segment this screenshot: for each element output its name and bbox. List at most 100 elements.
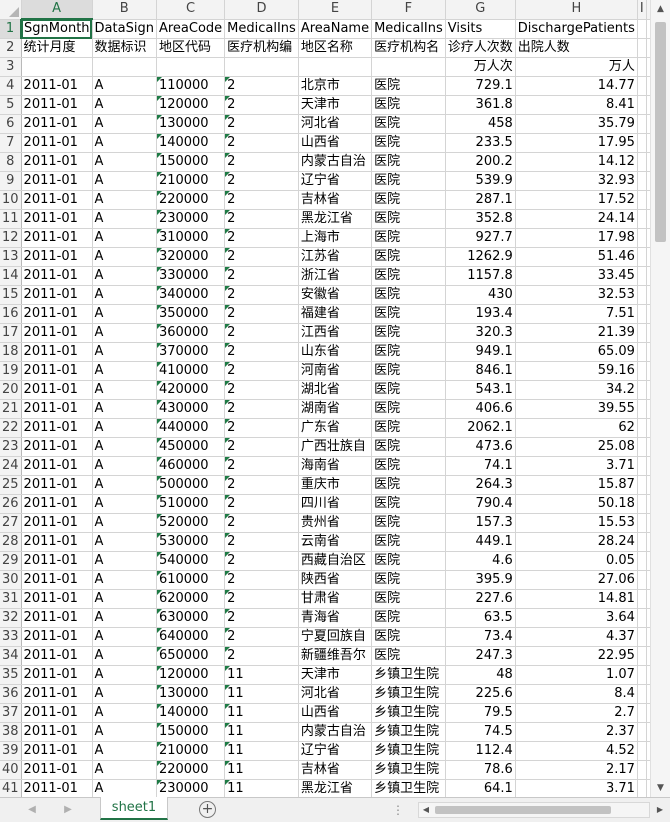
cell[interactable]: 2 — [224, 152, 299, 172]
cell[interactable]: 62 — [515, 418, 638, 438]
cell[interactable]: 医院 — [371, 133, 446, 153]
cell[interactable] — [637, 532, 647, 552]
cell[interactable]: 2 — [224, 76, 299, 96]
cell[interactable]: 14.77 — [515, 76, 638, 96]
add-sheet-icon[interactable]: + — [199, 801, 216, 818]
cell[interactable]: A — [92, 665, 157, 685]
cell[interactable]: 2011-01 — [21, 190, 93, 210]
cell[interactable]: 天津市 — [298, 95, 373, 115]
cell[interactable]: 2011-01 — [21, 228, 93, 248]
cell[interactable]: 医院 — [371, 456, 446, 476]
cell[interactable] — [637, 760, 647, 780]
cell[interactable]: 医院 — [371, 190, 446, 210]
cell[interactable]: 11 — [224, 741, 299, 761]
cell[interactable]: 8.4 — [515, 684, 638, 704]
cell[interactable] — [637, 551, 647, 571]
vertical-scroll-thumb[interactable] — [655, 22, 666, 242]
cell[interactable] — [637, 437, 647, 457]
cell[interactable]: A — [92, 437, 157, 457]
cell[interactable]: 74.5 — [445, 722, 516, 742]
cell[interactable]: 2 — [224, 133, 299, 153]
cell[interactable]: A — [92, 266, 157, 286]
row-header[interactable]: 14 — [0, 266, 22, 286]
cell[interactable]: 1.07 — [515, 665, 638, 685]
cell[interactable] — [637, 570, 647, 590]
cell[interactable]: 640000 — [156, 627, 226, 647]
cell[interactable] — [637, 665, 647, 685]
row-header[interactable]: 13 — [0, 247, 22, 267]
cell[interactable]: 安徽省 — [298, 285, 373, 305]
cell[interactable]: 2011-01 — [21, 570, 93, 590]
cell[interactable]: 540000 — [156, 551, 226, 571]
cell[interactable]: A — [92, 646, 157, 666]
cell[interactable]: 14.12 — [515, 152, 638, 172]
cell[interactable]: 医院 — [371, 551, 446, 571]
cell[interactable]: A — [92, 399, 157, 419]
row-header[interactable]: 33 — [0, 627, 22, 647]
cell[interactable]: 2011-01 — [21, 646, 93, 666]
cell[interactable]: 370000 — [156, 342, 226, 362]
cell[interactable]: 医院 — [371, 494, 446, 514]
column-header[interactable]: F — [371, 0, 446, 20]
cell[interactable]: 医院 — [371, 532, 446, 552]
column-header[interactable]: E — [298, 0, 373, 20]
row-header[interactable]: 35 — [0, 665, 22, 685]
cell[interactable]: 2011-01 — [21, 608, 93, 628]
cell[interactable]: 287.1 — [445, 190, 516, 210]
cell[interactable]: 22.95 — [515, 646, 638, 666]
cell[interactable] — [371, 57, 446, 77]
cell[interactable]: 2011-01 — [21, 475, 93, 495]
cell[interactable]: 2011-01 — [21, 760, 93, 780]
cell[interactable]: 西藏自治区 — [298, 551, 373, 571]
cell[interactable]: 150000 — [156, 722, 226, 742]
cell[interactable]: 949.1 — [445, 342, 516, 362]
row-header[interactable]: 36 — [0, 684, 22, 704]
cell[interactable] — [637, 285, 647, 305]
cell[interactable]: 医院 — [371, 646, 446, 666]
cell[interactable] — [637, 722, 647, 742]
cell[interactable]: 50.18 — [515, 494, 638, 514]
cell[interactable]: 220000 — [156, 760, 226, 780]
cell[interactable]: 医院 — [371, 513, 446, 533]
cell[interactable]: 江苏省 — [298, 247, 373, 267]
cell[interactable] — [637, 95, 647, 115]
cell[interactable]: 2 — [224, 399, 299, 419]
cell[interactable]: A — [92, 608, 157, 628]
cell[interactable]: 650000 — [156, 646, 226, 666]
cell[interactable]: 539.9 — [445, 171, 516, 191]
cell[interactable]: 2 — [224, 95, 299, 115]
cell[interactable]: 乡镇卫生院 — [371, 684, 446, 704]
cell[interactable] — [637, 266, 647, 286]
cell[interactable] — [637, 209, 647, 229]
row-header[interactable]: 31 — [0, 589, 22, 609]
cell[interactable]: 320000 — [156, 247, 226, 267]
cell[interactable] — [637, 247, 647, 267]
cell[interactable] — [637, 684, 647, 704]
row-header[interactable]: 28 — [0, 532, 22, 552]
cell[interactable]: 上海市 — [298, 228, 373, 248]
cell[interactable]: 2011-01 — [21, 722, 93, 742]
cell[interactable]: 352.8 — [445, 209, 516, 229]
cell[interactable]: A — [92, 190, 157, 210]
cell[interactable]: AreaCode — [156, 19, 226, 39]
row-header[interactable]: 9 — [0, 171, 22, 191]
row-header[interactable]: 26 — [0, 494, 22, 514]
cell[interactable]: 云南省 — [298, 532, 373, 552]
cell[interactable]: 157.3 — [445, 513, 516, 533]
cell[interactable]: 27.06 — [515, 570, 638, 590]
row-header[interactable]: 21 — [0, 399, 22, 419]
cell[interactable]: 220000 — [156, 190, 226, 210]
cell[interactable] — [224, 57, 299, 77]
cell[interactable]: 医院 — [371, 304, 446, 324]
cell[interactable]: 140000 — [156, 133, 226, 153]
cell[interactable]: A — [92, 722, 157, 742]
cell[interactable]: 2 — [224, 361, 299, 381]
cell[interactable]: 120000 — [156, 95, 226, 115]
cell[interactable]: 610000 — [156, 570, 226, 590]
row-header[interactable]: 38 — [0, 722, 22, 742]
cell[interactable]: 15.87 — [515, 475, 638, 495]
cell[interactable]: 医院 — [371, 589, 446, 609]
cell[interactable] — [637, 361, 647, 381]
cell[interactable]: 黑龙江省 — [298, 779, 373, 797]
cell[interactable]: 重庆市 — [298, 475, 373, 495]
